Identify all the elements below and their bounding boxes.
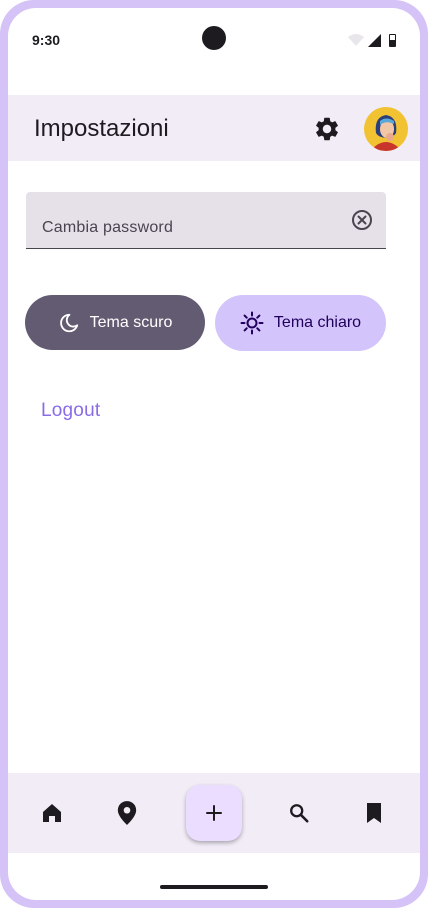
bookmark-icon bbox=[367, 803, 381, 823]
nav-bookmarks[interactable] bbox=[360, 799, 388, 827]
top-app-bar: Impostazioni bbox=[8, 95, 420, 161]
home-indicator[interactable] bbox=[160, 885, 268, 889]
location-pin-icon bbox=[117, 801, 137, 825]
wifi-icon bbox=[348, 34, 364, 46]
light-theme-button[interactable]: Tema chiaro bbox=[215, 295, 386, 351]
gear-icon bbox=[316, 117, 338, 141]
nav-search[interactable] bbox=[285, 799, 313, 827]
change-password-field[interactable]: Cambia password bbox=[26, 192, 386, 249]
plus-icon bbox=[206, 805, 222, 821]
avatar-image bbox=[364, 107, 408, 151]
status-bar: 9:30 bbox=[8, 8, 420, 68]
bottom-navigation bbox=[8, 773, 420, 853]
dark-theme-button[interactable]: Tema scuro bbox=[25, 295, 205, 350]
cellular-signal-icon bbox=[368, 34, 381, 47]
avatar[interactable] bbox=[364, 107, 408, 151]
home-icon bbox=[43, 804, 61, 822]
clear-icon[interactable] bbox=[351, 209, 373, 231]
settings-button[interactable] bbox=[310, 112, 344, 146]
status-time: 9:30 bbox=[32, 32, 61, 48]
camera-cutout bbox=[202, 26, 226, 50]
nav-home[interactable] bbox=[38, 799, 66, 827]
screen: 9:30 Impostazioni Cambia password Tema s… bbox=[8, 8, 420, 900]
nav-map[interactable] bbox=[113, 799, 141, 827]
add-fab[interactable] bbox=[186, 785, 242, 841]
device-frame: 9:30 Impostazioni Cambia password Tema s… bbox=[0, 0, 428, 908]
moon-icon bbox=[59, 313, 78, 332]
page-title: Impostazioni bbox=[34, 115, 169, 142]
change-password-label: Cambia password bbox=[42, 219, 174, 236]
logout-button[interactable]: Logout bbox=[41, 400, 100, 422]
search-icon bbox=[290, 804, 309, 823]
light-theme-label: Tema chiaro bbox=[273, 314, 362, 331]
status-icons bbox=[348, 34, 396, 47]
battery-icon bbox=[389, 34, 396, 47]
theme-buttons: Tema scuro Tema chiaro bbox=[25, 295, 387, 351]
dark-theme-label: Tema scuro bbox=[89, 313, 173, 331]
sun-icon bbox=[240, 311, 264, 335]
